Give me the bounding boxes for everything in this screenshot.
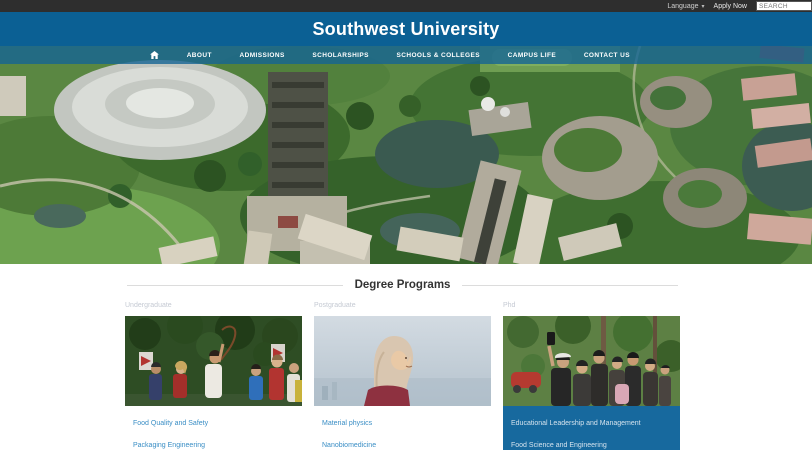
list-item: Food Quality and Safety: [133, 412, 296, 430]
search-input[interactable]: [756, 1, 812, 11]
language-label: Language: [667, 3, 698, 10]
nav-about[interactable]: ABOUT: [187, 52, 212, 59]
postgraduate-label: Postgraduate: [314, 302, 491, 309]
list-item: Educational Leadership and Management: [511, 412, 674, 430]
undergraduate-column: Undergraduate: [125, 302, 302, 456]
undergraduate-label: Undergraduate: [125, 302, 302, 309]
chevron-down-icon: ▾: [702, 3, 705, 10]
nav-schools-colleges[interactable]: SCHOOLS & COLLEGES: [397, 52, 480, 59]
apply-now-link[interactable]: Apply Now: [714, 3, 747, 10]
program-link[interactable]: Nanobiomedicine: [322, 442, 376, 449]
undergraduate-card: Food Quality and Safety Packaging Engine…: [125, 316, 302, 456]
list-item: Packaging Engineering: [133, 434, 296, 452]
section-heading: Degree Programs: [127, 279, 678, 291]
hero-banner: ABOUT ADMISSIONS SCHOLARSHIPS SCHOOLS & …: [0, 46, 812, 264]
postgraduate-card: Material physics Nanobiomedicine Materia…: [314, 316, 491, 456]
degree-programs-section: Degree Programs Undergraduate: [0, 264, 812, 456]
list-item: Food Science and Engineering: [511, 434, 674, 452]
nav-campus-life[interactable]: CAMPUS LIFE: [508, 52, 556, 59]
program-link[interactable]: Packaging Engineering: [133, 442, 205, 449]
phd-column: Phd: [503, 302, 680, 456]
home-icon: [150, 51, 159, 59]
campus-aerial-photo: [0, 46, 812, 264]
site-title[interactable]: Southwest University: [312, 19, 499, 40]
postgraduate-photo[interactable]: [314, 316, 491, 406]
postgraduate-column: Postgraduate: [314, 302, 491, 456]
program-cards: Undergraduate: [125, 302, 680, 456]
nav-home[interactable]: [150, 51, 159, 59]
language-menu[interactable]: Language ▾: [667, 3, 704, 10]
phd-photo[interactable]: [503, 316, 680, 406]
main-nav: ABOUT ADMISSIONS SCHOLARSHIPS SCHOOLS & …: [0, 46, 812, 64]
phd-label: Phd: [503, 302, 680, 309]
topbar: Language ▾ Apply Now: [0, 0, 812, 12]
nav-scholarships[interactable]: SCHOLARSHIPS: [312, 52, 368, 59]
nav-admissions[interactable]: ADMISSIONS: [240, 52, 285, 59]
program-link[interactable]: Food Science and Engineering: [511, 442, 607, 449]
heading-rule-left: [127, 285, 343, 286]
heading-rule-right: [462, 285, 678, 286]
program-link[interactable]: Material physics: [322, 420, 372, 427]
section-title: Degree Programs: [343, 279, 463, 291]
list-item: Material physics: [322, 412, 485, 430]
program-link[interactable]: Educational Leadership and Management: [511, 420, 641, 427]
undergraduate-photo[interactable]: [125, 316, 302, 406]
undergraduate-program-list: Food Quality and Safety Packaging Engine…: [125, 406, 302, 456]
list-item: Nanobiomedicine: [322, 434, 485, 452]
phd-program-list: Educational Leadership and Management Fo…: [503, 406, 680, 456]
postgraduate-program-list: Material physics Nanobiomedicine Materia…: [314, 406, 491, 456]
site-header: Southwest University: [0, 12, 812, 46]
program-link[interactable]: Food Quality and Safety: [133, 420, 208, 427]
phd-card: Educational Leadership and Management Fo…: [503, 316, 680, 450]
nav-contact-us[interactable]: CONTACT US: [584, 52, 630, 59]
